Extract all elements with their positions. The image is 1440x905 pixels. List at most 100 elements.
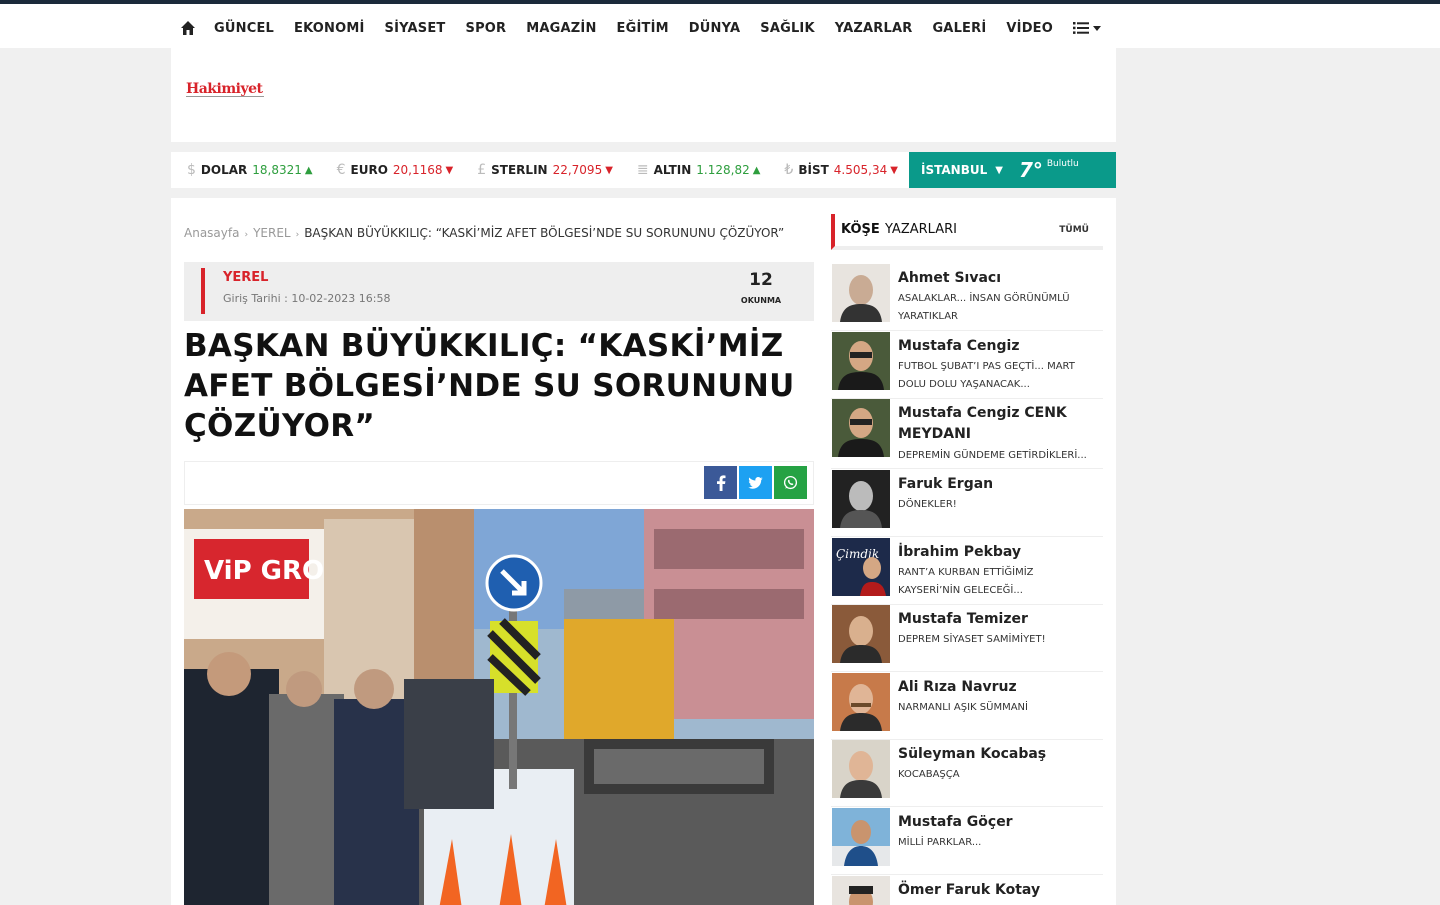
- share-bar: [184, 461, 814, 505]
- market-name: EURO: [350, 163, 388, 177]
- columnist-name[interactable]: Ahmet Sıvacı: [898, 268, 1098, 289]
- columnist-name[interactable]: Mustafa Göçer: [898, 812, 1098, 833]
- columnist-item[interactable]: Faruk Ergan DÖNEKLER!: [831, 470, 1103, 537]
- caret-down-icon: [1093, 25, 1102, 31]
- columnist-name[interactable]: Mustafa Temizer: [898, 609, 1098, 630]
- nav-item-ekonomi[interactable]: EKONOMİ: [294, 21, 365, 36]
- market-euro: € EURO 20,1168 ▼: [337, 162, 454, 178]
- main-nav: GÜNCEL EKONOMİ SİYASET SPOR MAGAZİN EĞİT…: [180, 8, 1102, 48]
- columnist-item[interactable]: Süleyman Kocabaş KOCABAŞÇA: [831, 740, 1103, 807]
- lira-icon: ₺: [784, 162, 794, 178]
- market-value: 18,8321: [252, 163, 302, 177]
- columnist-article[interactable]: KOCABAŞÇA: [898, 766, 1098, 784]
- weather-condition: Bulutlu: [1046, 159, 1079, 169]
- columnist-article[interactable]: RANT’A KURBAN ETTİĞİMİZ KAYSERİ’NİN GELE…: [898, 564, 1098, 600]
- gold-coins-icon: ≣: [636, 162, 649, 178]
- columnist-article[interactable]: ASALAKLAR... İNSAN GÖRÜNÜMLÜ YARATIKLAR: [898, 290, 1098, 326]
- market-ticker: $ DOLAR 18,8321 ▲ € EURO 20,1168 ▼ £ STE…: [171, 152, 909, 188]
- logo-text: Hakimiyet: [186, 81, 263, 97]
- nav-item-spor[interactable]: SPOR: [466, 21, 507, 36]
- columnist-name[interactable]: Mustafa Cengiz: [898, 336, 1098, 357]
- whatsapp-share-button[interactable]: [774, 466, 807, 499]
- columnist-item[interactable]: Çimdik İbrahim Pekbay RANT’A KURBAN ETTİ…: [831, 538, 1103, 605]
- columnist-item[interactable]: Ali Rıza Navruz NARMANLI AŞIK SÜMMANİ: [831, 673, 1103, 740]
- market-name: BİST: [798, 163, 829, 177]
- article-photo[interactable]: ViP GROSS: [184, 509, 814, 905]
- facebook-share-button[interactable]: [704, 466, 737, 499]
- all-columnists-link[interactable]: TÜMÜ: [1059, 225, 1089, 235]
- avatar: [832, 470, 890, 528]
- columnist-article[interactable]: DÖNEKLER!: [898, 496, 1098, 514]
- arrow-down-icon: ▼: [445, 164, 454, 176]
- columnist-item[interactable]: Mustafa Temizer DEPREM SİYASET SAMİMİYET…: [831, 605, 1103, 672]
- breadcrumb-separator: ›: [295, 230, 300, 240]
- nav-item-egitim[interactable]: EĞİTİM: [617, 21, 669, 36]
- columnist-name[interactable]: Mustafa Cengiz CENK MEYDANI: [898, 403, 1098, 445]
- arrow-up-icon: ▲: [752, 164, 761, 176]
- market-value: 22,7095: [552, 163, 603, 177]
- columnist-item[interactable]: Mustafa Cengiz FUTBOL ŞUBAT’I PAS GEÇTİ.…: [831, 332, 1103, 399]
- weather-temp: 7°: [1018, 158, 1043, 182]
- columnist-item[interactable]: Mustafa Cengiz CENK MEYDANI DEPREMİN GÜN…: [831, 399, 1103, 469]
- breadcrumb-separator: ›: [244, 230, 249, 240]
- site-header: Hakimiyet: [171, 48, 1116, 142]
- home-icon[interactable]: [180, 20, 196, 36]
- twitter-share-button[interactable]: [739, 466, 772, 499]
- columnists-sidebar: KÖŞE YAZARLARI TÜMÜ Ahmet Sıvacı ASALAKL…: [831, 214, 1103, 905]
- market-name: STERLIN: [491, 163, 548, 177]
- nav-item-guncel[interactable]: GÜNCEL: [214, 21, 274, 36]
- article-category[interactable]: YEREL: [223, 270, 268, 285]
- avatar: [832, 673, 890, 731]
- avatar: [832, 399, 890, 457]
- columnist-article[interactable]: FUTBOL ŞUBAT’I PAS GEÇTİ... MART DOLU DO…: [898, 358, 1098, 394]
- columnist-name[interactable]: İbrahim Pekbay: [898, 542, 1098, 563]
- nav-item-magazin[interactable]: MAGAZİN: [526, 21, 596, 36]
- columnist-name[interactable]: Ömer Faruk Kotay: [898, 880, 1098, 901]
- columnist-article[interactable]: DEPREMİN GÜNDEME GETİRDİKLERİ...: [898, 447, 1098, 465]
- breadcrumb-current: BAŞKAN BÜYÜKKILIÇ: “KASKİ’MİZ AFET BÖLGE…: [304, 226, 785, 240]
- avatar: [832, 808, 890, 866]
- columnist-name[interactable]: Faruk Ergan: [898, 474, 1098, 495]
- pound-icon: £: [477, 162, 487, 178]
- chevron-down-icon[interactable]: ▼: [995, 165, 1003, 176]
- columnist-item[interactable]: Ömer Faruk Kotay: [831, 876, 1103, 905]
- avatar: [832, 605, 890, 663]
- logo-underline: [186, 96, 264, 99]
- euro-icon: €: [336, 162, 346, 178]
- nav-item-saglik[interactable]: SAĞLIK: [760, 21, 815, 36]
- nav-item-yazarlar[interactable]: YAZARLAR: [835, 21, 913, 36]
- market-value: 20,1168: [392, 163, 443, 177]
- weather-widget[interactable]: İSTANBUL ▼ 7° Bulutlu: [909, 152, 1116, 188]
- columnist-item[interactable]: Ahmet Sıvacı ASALAKLAR... İNSAN GÖRÜNÜML…: [831, 264, 1103, 331]
- breadcrumb-home[interactable]: Anasayfa: [184, 226, 239, 240]
- columnist-article[interactable]: MİLLİ PARKLAR...: [898, 834, 1098, 852]
- breadcrumb: Anasayfa › YEREL › BAŞKAN BÜYÜKKILIÇ: “KASKİ…: [184, 226, 784, 240]
- read-count-label: OKUNMA: [740, 296, 782, 305]
- columnists-header: KÖŞE YAZARLARI TÜMÜ: [831, 214, 1103, 250]
- columnist-article[interactable]: DEPREM SİYASET SAMİMİYET!: [898, 631, 1098, 649]
- columnist-name[interactable]: Ali Rıza Navruz: [898, 677, 1098, 698]
- nav-item-siyaset[interactable]: SİYASET: [385, 21, 446, 36]
- breadcrumb-section[interactable]: YEREL: [253, 226, 291, 240]
- nav-item-video[interactable]: VİDEO: [1006, 21, 1053, 36]
- market-bist: ₺ BİST 4.505,34 ▼: [784, 162, 898, 178]
- weather-city: İSTANBUL: [921, 163, 988, 177]
- top-navbar: GÜNCEL EKONOMİ SİYASET SPOR MAGAZİN EĞİT…: [0, 0, 1440, 48]
- columnists-title-bold: KÖŞE: [841, 222, 880, 237]
- arrow-up-icon: ▲: [304, 164, 313, 176]
- article-image: ViP GROSS: [184, 509, 814, 905]
- dollar-icon: $: [187, 162, 196, 178]
- columnist-article[interactable]: NARMANLI AŞIK SÜMMANİ: [898, 699, 1098, 717]
- nav-item-dunya[interactable]: DÜNYA: [689, 21, 740, 36]
- columnist-item[interactable]: Mustafa Göçer MİLLİ PARKLAR...: [831, 808, 1103, 875]
- more-menu-button[interactable]: [1073, 22, 1102, 34]
- article-date: Giriş Tarihi : 10-02-2023 16:58: [223, 292, 391, 305]
- nav-item-galeri[interactable]: GALERİ: [932, 21, 986, 36]
- columnist-name[interactable]: Süleyman Kocabaş: [898, 744, 1098, 765]
- list-icon: [1073, 22, 1090, 34]
- article-title: BAŞKAN BÜYÜKKILIÇ: “KASKİ’MİZ AFET BÖLGE…: [184, 328, 795, 444]
- arrow-down-icon: ▼: [890, 164, 898, 176]
- site-logo[interactable]: Hakimiyet: [186, 78, 266, 102]
- read-count: 12: [749, 270, 773, 290]
- avatar: [832, 740, 890, 798]
